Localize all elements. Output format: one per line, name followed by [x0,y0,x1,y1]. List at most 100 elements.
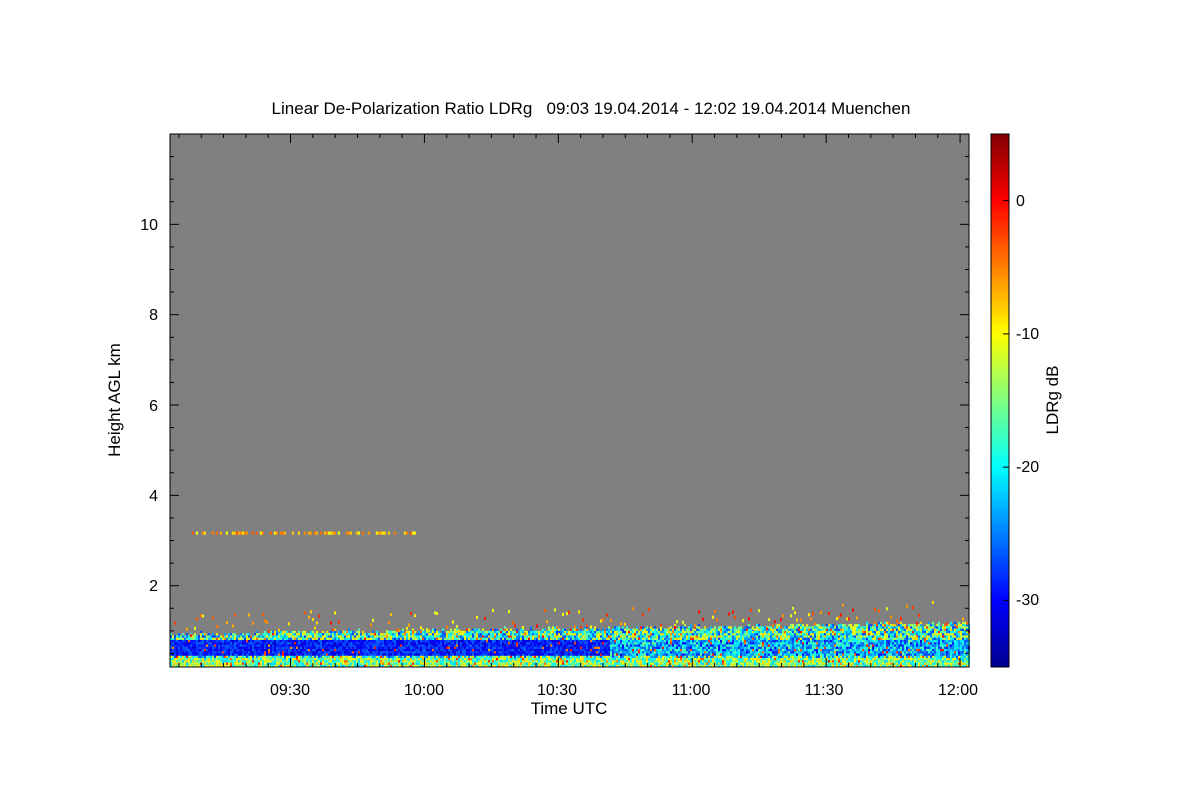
heatmap-cell [412,648,414,652]
heatmap-cell [272,644,274,647]
heatmap-cell [612,637,614,640]
heatmap-cell [438,662,440,665]
heatmap-cell [726,626,728,629]
heatmap-cell [400,655,402,658]
heatmap-cell [668,639,670,643]
heatmap-cell [540,651,542,654]
heatmap-cell [232,653,234,656]
heatmap-cell [566,642,568,645]
heatmap-cell [482,648,484,652]
heatmap-cell [452,646,454,649]
heatmap-cell [662,657,664,661]
heatmap-cell [696,628,698,631]
heatmap-cell [754,648,756,652]
heatmap-cell [214,657,216,661]
heatmap-cell [518,655,520,658]
heatmap-cell [496,628,498,631]
heatmap-cell [686,653,688,656]
heatmap-cell [648,662,650,665]
heatmap-cell [596,635,598,638]
heatmap-cell [238,662,240,665]
heatmap-cell [322,633,324,636]
heatmap-cell [268,642,270,645]
heatmap-cell [348,633,350,636]
heatmap-cell [616,657,618,661]
heatmap-cell [384,637,386,640]
heatmap-cell [764,635,766,638]
heatmap-cell [700,662,702,665]
heatmap-cell [366,660,368,663]
heatmap-cell [424,653,426,656]
heatmap-cell [384,648,386,652]
heatmap-cell [614,646,616,649]
heatmap-cell [384,639,386,643]
heatmap-cell [766,648,768,652]
heatmap-cell [436,662,438,665]
heatmap-cell [214,639,216,643]
heatmap-cell [708,646,710,649]
heatmap-cell [222,644,224,647]
heatmap-cell [536,642,538,645]
heatmap-cell [350,648,352,652]
heatmap-cell [506,628,508,631]
heatmap-cell [374,642,376,645]
heatmap-cell [754,657,756,661]
heatmap-cell [632,648,634,652]
heatmap-cell [184,662,186,665]
heatmap-cell [550,646,552,649]
heatmap-cell [552,646,554,649]
heatmap-cell [406,626,408,630]
heatmap-cell [294,662,296,665]
heatmap-cell [732,635,734,638]
heatmap-cell [494,635,496,638]
heatmap-cell [752,637,754,640]
heatmap-cell [760,639,762,643]
heatmap-cell [762,648,764,652]
heatmap-cell [536,648,538,652]
heatmap-cell [174,655,176,658]
heatmap-cell [572,633,574,636]
heatmap-cell [646,657,648,661]
heatmap-cell [472,657,474,661]
heatmap-cell [714,637,716,640]
heatmap-cell [676,653,678,656]
heatmap-cell [300,642,302,645]
heatmap-cell [682,630,684,634]
heatmap-cell [572,635,574,638]
heatmap-cell [716,655,718,658]
heatmap-cell [186,627,188,631]
heatmap-cell [366,655,368,658]
heatmap-cell [468,644,470,647]
heatmap-cell [426,635,428,638]
heatmap-cell [746,633,748,636]
heatmap-cell [208,653,210,656]
heatmap-cell [276,662,278,665]
heatmap-cell [480,651,482,654]
heatmap-cell [490,630,492,634]
heatmap-cell [310,633,312,636]
heatmap-cell [534,655,536,658]
heatmap-cell [540,637,542,640]
heatmap-cell [540,642,542,645]
heatmap-cell [658,639,660,643]
heatmap-cell [214,662,216,665]
heatmap-cell [752,633,754,636]
heatmap-cell [216,655,218,658]
heatmap-cell [252,648,254,652]
heatmap-cell [264,648,266,652]
heatmap-cell [500,648,502,652]
heatmap-cell [370,660,372,663]
heatmap-cell [644,644,646,647]
heatmap-cell [486,646,488,649]
heatmap-cell [750,662,752,665]
heatmap-cell [626,630,628,634]
heatmap-cell [718,630,720,634]
heatmap-cell [642,630,644,634]
heatmap-cell [172,644,174,647]
heatmap-cell [384,651,386,654]
heatmap-cell [232,639,234,643]
heatmap-cell [190,637,192,640]
heatmap-cell [334,653,336,656]
heatmap-cell [660,642,662,645]
heatmap-cell [286,662,288,665]
